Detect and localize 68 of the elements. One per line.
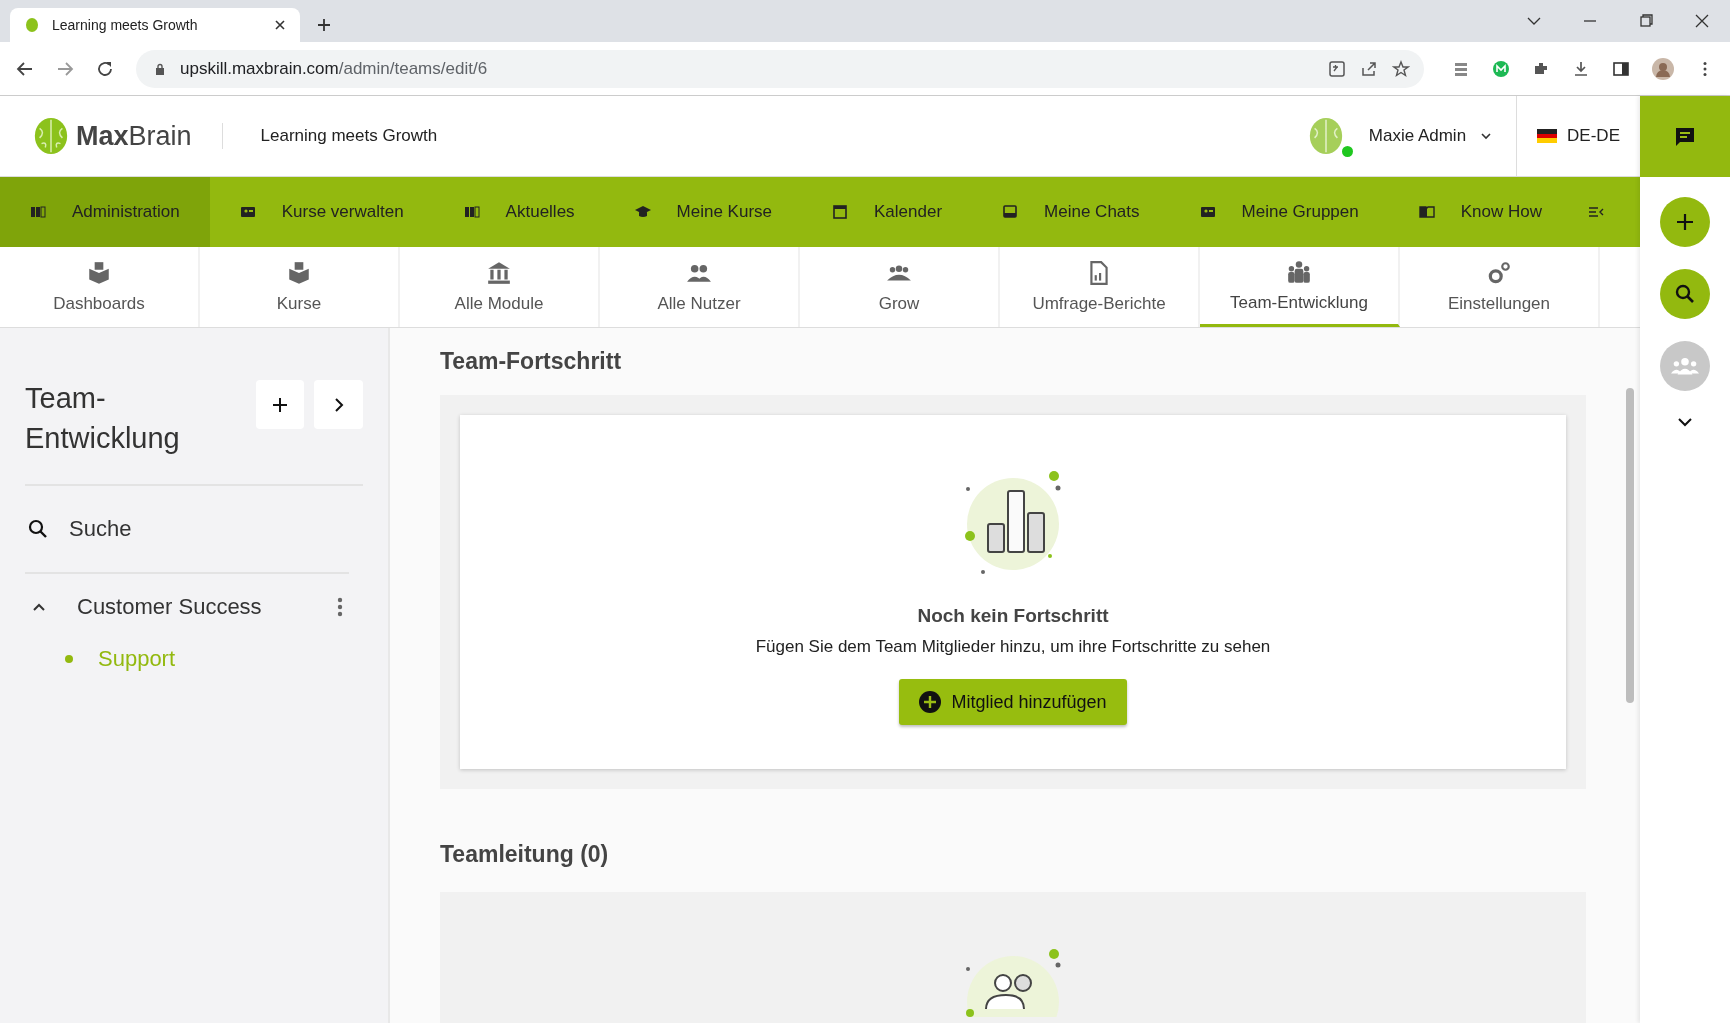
- restore-icon[interactable]: [1638, 13, 1654, 29]
- logo-text: MaxBrain: [76, 123, 223, 149]
- tagline: Learning meets Growth: [260, 126, 438, 146]
- search-icon: [27, 518, 49, 540]
- lock-icon: [154, 62, 166, 75]
- add-button[interactable]: [255, 380, 305, 429]
- chevron-down-icon[interactable]: [1480, 130, 1493, 142]
- share-icon[interactable]: [1360, 59, 1378, 78]
- menu-collapse-icon[interactable]: [1588, 204, 1604, 220]
- user-name[interactable]: Maxie Admin: [1368, 126, 1467, 146]
- team-group[interactable]: Customer Success: [77, 594, 307, 620]
- nav-item[interactable]: Aktuelles: [433, 177, 605, 247]
- nav-icon: [30, 204, 46, 220]
- nav-icon: [634, 204, 651, 220]
- nav-icon: [1418, 204, 1435, 220]
- nav-icon: [1199, 204, 1216, 220]
- plus-circle-icon: [919, 691, 942, 713]
- nav-icon: [239, 204, 256, 220]
- people-icon: [1671, 355, 1699, 377]
- nav-item[interactable]: Administration: [0, 177, 210, 247]
- tab-icon: [1486, 260, 1512, 286]
- add-button[interactable]: [1660, 197, 1710, 247]
- nav-item[interactable]: Meine Gruppen: [1169, 177, 1389, 247]
- search-link[interactable]: Suche: [25, 486, 349, 574]
- sidebar-icon[interactable]: [1612, 59, 1630, 78]
- scrollbar[interactable]: [1626, 328, 1640, 1023]
- browser-tab[interactable]: Learning meets Growth: [10, 8, 300, 42]
- flag-icon: [1537, 129, 1558, 143]
- plus-icon: [270, 395, 289, 414]
- tab-icon: [286, 260, 312, 286]
- tab-icon: [486, 260, 512, 286]
- plus-icon[interactable]: [316, 17, 332, 33]
- nav-item[interactable]: Know How: [1388, 177, 1572, 247]
- tab-icon: [1286, 258, 1312, 285]
- nav-icon: [832, 204, 849, 220]
- empty-state-text: Fügen Sie dem Team Mitglieder hinzu, um ihre Fortschritte zu sehen: [755, 637, 1271, 657]
- translate-icon[interactable]: [1328, 59, 1346, 78]
- nav-item[interactable]: Kalender: [802, 177, 973, 247]
- sidebar-title: Team-Entwicklung: [25, 381, 181, 456]
- brain-logo-icon: [32, 115, 70, 157]
- avatar-icon[interactable]: [1652, 57, 1674, 80]
- section-heading: Team-Fortschritt: [440, 348, 623, 375]
- add-member-button[interactable]: Mitglied hinzufügen: [899, 679, 1127, 725]
- close-icon[interactable]: [274, 19, 286, 31]
- tab-title: Learning meets Growth: [52, 17, 199, 33]
- address-bar[interactable]: upskill.maxbrain.com/admin/teams/edit/6: [136, 49, 1424, 88]
- download-icon[interactable]: [1572, 59, 1590, 78]
- forward-icon[interactable]: [56, 59, 74, 78]
- chat-button[interactable]: [1640, 96, 1730, 177]
- close-icon[interactable]: [1694, 13, 1710, 29]
- extension-badge-icon[interactable]: [1492, 59, 1510, 78]
- nav-item[interactable]: Kurse verwalten: [209, 177, 434, 247]
- chat-icon: [1674, 125, 1696, 148]
- section-heading: Teamleitung (0): [440, 841, 610, 868]
- reload-icon[interactable]: [96, 59, 114, 78]
- nav-icon: [1002, 204, 1019, 220]
- empty-state-title: Noch kein Fortschritt: [917, 605, 1109, 627]
- search-icon: [1674, 283, 1696, 305]
- tab-icon: [86, 260, 112, 286]
- star-icon[interactable]: [1392, 59, 1410, 78]
- nav-icon: [463, 204, 480, 220]
- nav-item[interactable]: Meine Chats: [972, 177, 1170, 247]
- nav-item[interactable]: Meine Kurse: [604, 177, 803, 247]
- back-icon[interactable]: [16, 59, 34, 78]
- plus-icon: [1674, 211, 1696, 233]
- search-button[interactable]: [1660, 269, 1710, 319]
- more-vertical-icon[interactable]: [337, 597, 343, 617]
- url-text: upskill.maxbrain.com/admin/teams/edit/6: [180, 58, 488, 79]
